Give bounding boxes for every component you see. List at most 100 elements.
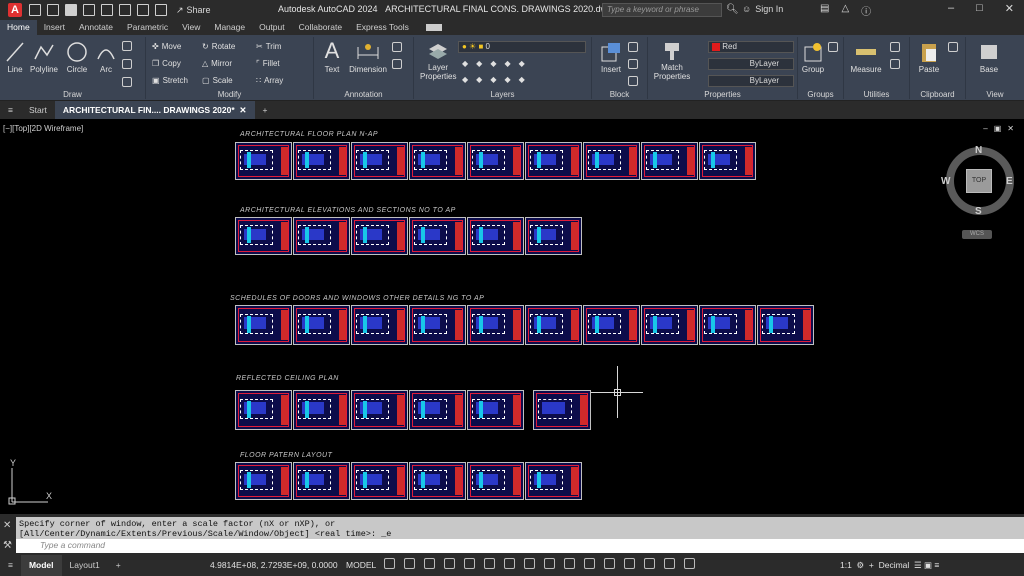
file-menu-icon[interactable]: ≡ (0, 101, 21, 119)
edit-block-icon[interactable] (628, 59, 638, 69)
create-block-icon[interactable] (628, 42, 638, 52)
region-icon[interactable] (122, 77, 132, 87)
polyline-tool[interactable]: Polyline (28, 41, 60, 74)
grid-icon[interactable] (384, 558, 395, 569)
sheet-thumbnail[interactable] (525, 217, 582, 255)
osnap-icon[interactable] (504, 558, 515, 569)
compass-east[interactable]: E (1006, 176, 1013, 187)
copy-button[interactable]: ❐ Copy (152, 59, 181, 68)
3d-osnap-icon[interactable] (584, 558, 595, 569)
tab-manage[interactable]: Manage (207, 20, 252, 35)
compass-north[interactable]: N (975, 145, 982, 156)
polar-icon[interactable] (444, 558, 455, 569)
insert-tool[interactable]: Insert (598, 41, 624, 74)
lineweight-dropdown[interactable]: ByLayer (708, 75, 794, 87)
maximize-icon[interactable]: □ (976, 2, 983, 15)
modify-panel-title[interactable]: Modify (146, 90, 313, 99)
sheet-thumbnail[interactable] (351, 217, 408, 255)
tab-document[interactable]: ARCHITECTURAL FIN.... DRAWINGS 2020* ✕ (54, 101, 255, 119)
units-setting[interactable]: Decimal (879, 560, 910, 570)
save-as-icon[interactable] (83, 4, 95, 16)
annotation-panel-title[interactable]: Annotation (314, 90, 413, 99)
leader-icon[interactable] (392, 42, 402, 52)
ungroup-icon[interactable] (828, 42, 838, 52)
auto-scale-icon[interactable] (684, 558, 695, 569)
layer-walk-icon[interactable]: ◆ (490, 75, 496, 84)
block-attributes-icon[interactable] (628, 76, 638, 86)
tab-parametric[interactable]: Parametric (120, 20, 175, 35)
layout-menu-icon[interactable]: ≡ (0, 555, 21, 576)
add-layout-icon[interactable]: + (108, 555, 129, 576)
ortho-icon[interactable] (424, 558, 435, 569)
sheet-thumbnail[interactable] (525, 142, 582, 180)
tab-layout1[interactable]: Layout1 (62, 555, 108, 576)
close-icon[interactable]: ✕ (1005, 2, 1014, 15)
tab-model[interactable]: Model (20, 555, 62, 576)
sheet-thumbnail[interactable] (525, 305, 582, 345)
text-tool[interactable]: A Text (320, 39, 344, 75)
sign-in-button[interactable]: ☺ Sign In (742, 4, 783, 14)
sheet-thumbnail[interactable] (583, 142, 640, 180)
fillet-button[interactable]: ⌜ Fillet (256, 59, 280, 68)
isodraft-icon[interactable] (464, 558, 475, 569)
layer-delete-icon[interactable]: ◆ (519, 75, 525, 84)
viewport-restore-icon[interactable]: ▣ (994, 124, 1002, 133)
sheet-thumbnail[interactable] (467, 217, 524, 255)
cart-icon[interactable]: ▤ (820, 3, 829, 18)
sheet-thumbnail[interactable] (699, 305, 756, 345)
arc-tool[interactable]: Arc (96, 41, 116, 74)
id-point-icon[interactable] (890, 59, 900, 69)
sheet-thumbnail[interactable] (293, 142, 350, 180)
array-button[interactable]: ∷ Array (256, 76, 283, 85)
view-panel-title[interactable]: View (966, 90, 1024, 99)
connect-icon[interactable]: △ (841, 3, 849, 18)
tab-view[interactable]: View (175, 20, 207, 35)
sheet-thumbnail[interactable] (409, 462, 466, 500)
paste-tool[interactable]: Paste (914, 41, 944, 74)
properties-panel-title[interactable]: Properties (648, 90, 797, 99)
match-properties-tool[interactable]: Match Properties (652, 41, 692, 81)
sheet-thumbnail[interactable] (757, 305, 814, 345)
stretch-button[interactable]: ▣ Stretch (152, 76, 188, 85)
sheet-thumbnail[interactable] (235, 390, 292, 430)
model-space-toggle[interactable]: MODEL (346, 560, 376, 570)
print-icon[interactable] (119, 4, 131, 16)
gizmo-icon[interactable] (644, 558, 655, 569)
scale-button[interactable]: ▢ Scale (202, 76, 233, 85)
linetype-dropdown[interactable]: ByLayer (708, 58, 794, 70)
groups-panel-title[interactable]: Groups (798, 90, 843, 99)
sheet-thumbnail[interactable] (351, 462, 408, 500)
annotation-visibility-icon[interactable] (664, 558, 675, 569)
app-menu-button[interactable]: A (8, 3, 22, 17)
search-icon[interactable]: 🔍︎ (726, 4, 739, 15)
color-dropdown[interactable]: Red (708, 41, 794, 53)
viewport-close-icon[interactable]: ✕ (1007, 124, 1014, 133)
sheet-thumbnail[interactable] (409, 217, 466, 255)
rotate-button[interactable]: ↻ Rotate (202, 42, 235, 51)
compass-west[interactable]: W (941, 176, 950, 187)
sheet-thumbnail[interactable] (293, 462, 350, 500)
annotation-scale[interactable]: 1:1 (840, 560, 852, 570)
sheet-thumbnail[interactable] (641, 142, 698, 180)
sheet-thumbnail[interactable] (467, 305, 524, 345)
compass-south[interactable]: S (975, 206, 982, 217)
layer-dropdown[interactable]: ● ☀ ■ 0 (458, 41, 586, 53)
hatch-icon[interactable] (122, 59, 132, 69)
sheet-thumbnail[interactable] (235, 462, 292, 500)
selection-cycling-icon[interactable] (564, 558, 575, 569)
layer-state-icon[interactable]: ◆ (462, 59, 468, 68)
tab-output[interactable]: Output (252, 20, 292, 35)
lineweight-icon[interactable] (524, 558, 535, 569)
sheet-thumbnail[interactable] (235, 142, 292, 180)
ribbon-toggle-icon[interactable] (425, 24, 442, 31)
new-file-icon[interactable] (29, 4, 41, 16)
copy-clip-icon[interactable] (948, 42, 958, 52)
help-icon[interactable]: ⓘ (861, 3, 871, 18)
layer-properties-tool[interactable]: Layer Properties (420, 41, 456, 81)
save-icon[interactable] (65, 4, 77, 16)
minimize-icon[interactable]: – (948, 2, 954, 15)
clipboard-panel-title[interactable]: Clipboard (910, 90, 965, 99)
sheet-thumbnail[interactable] (293, 217, 350, 255)
close-tab-icon[interactable]: ✕ (239, 105, 246, 115)
block-panel-title[interactable]: Block (592, 90, 647, 99)
